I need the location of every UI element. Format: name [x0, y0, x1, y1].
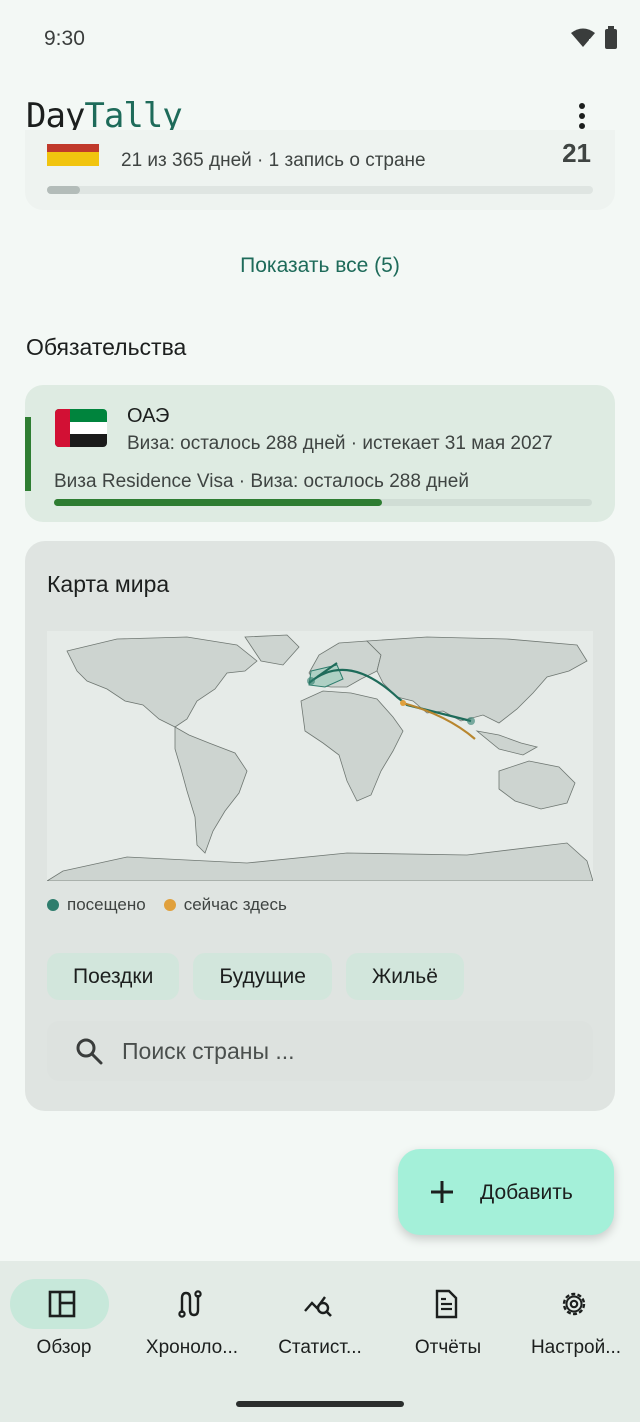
- commitment-card[interactable]: ОАЭ Виза: осталось 288 дней · истекает 3…: [25, 385, 615, 522]
- legend-current-label: сейчас здесь: [183, 895, 287, 914]
- chip-trips[interactable]: Поездки: [47, 953, 180, 1000]
- nav-label-settings: Настрой...: [530, 1337, 622, 1358]
- nav-item-reports[interactable]: Отчёты: [384, 1261, 512, 1371]
- legend-visited: посещено: [47, 895, 146, 915]
- commitment-progress-track: [54, 499, 592, 506]
- status-time: 9:30: [44, 27, 85, 50]
- legend-dot-current: [163, 899, 176, 911]
- search-placeholder: Поиск страны ...: [122, 1038, 295, 1064]
- timeline-icon: [178, 1290, 202, 1318]
- status-icons: [570, 26, 618, 50]
- wifi-icon: [571, 28, 595, 49]
- flag-icon: [47, 144, 99, 166]
- status-bar: 9:30: [0, 0, 640, 80]
- commitment-accent: [25, 417, 31, 491]
- country-progress-fill: [47, 186, 80, 194]
- nav-label-reports: Отчёты: [414, 1337, 482, 1358]
- settings-icon: [562, 1292, 586, 1316]
- commitment-detail: Виза Residence Visa · Виза: осталось 288…: [54, 471, 469, 492]
- battery-icon: [605, 26, 617, 49]
- nav-item-settings[interactable]: Настрой...: [512, 1261, 640, 1371]
- country-search-input[interactable]: Поиск страны ...: [47, 1021, 593, 1081]
- search-icon: [76, 1038, 103, 1065]
- world-map-card: Карта мира посещено сейчас здесь Поездки…: [25, 541, 615, 1111]
- stats-icon: [304, 1296, 332, 1317]
- more-vert-icon[interactable]: [570, 100, 594, 132]
- map-legend: посещено сейчас здесь: [47, 895, 287, 915]
- chip-housing[interactable]: Жильё: [345, 953, 464, 1000]
- uae-flag-icon: [55, 409, 107, 447]
- chip-future[interactable]: Будущие: [193, 953, 332, 1000]
- dashboard-icon: [48, 1290, 76, 1318]
- show-all-button[interactable]: Показать все (5): [0, 254, 640, 278]
- nav-label-overview: Обзор: [36, 1337, 92, 1358]
- bottom-navigation: Обзор Хроноло... Статист... Отчёты Настр…: [0, 1261, 640, 1422]
- commitment-progress-fill: [54, 499, 383, 506]
- nav-item-overview[interactable]: Обзор: [0, 1261, 128, 1371]
- nav-label-timeline: Хроноло...: [145, 1337, 239, 1358]
- report-icon: [435, 1289, 458, 1319]
- country-card-subtitle: 21 из 365 дней · 1 запись о стране: [121, 150, 426, 171]
- nav-item-timeline[interactable]: Хроноло...: [128, 1261, 256, 1371]
- country-progress-track: [47, 186, 593, 194]
- nav-label-stats: Статист...: [278, 1337, 362, 1358]
- home-indicator[interactable]: [236, 1401, 404, 1407]
- commitment-subtitle: Виза: осталось 288 дней · истекает 31 ма…: [127, 433, 553, 454]
- nav-item-stats[interactable]: Статист...: [256, 1261, 384, 1371]
- country-card-count: 21: [562, 138, 591, 168]
- map-title: Карта мира: [47, 571, 170, 597]
- section-title-commitments: Обязательства: [26, 334, 187, 360]
- plus-icon: [431, 1181, 453, 1203]
- legend-dot-visited: [47, 899, 59, 911]
- world-map[interactable]: [47, 631, 593, 881]
- legend-visited-label: посещено: [67, 895, 146, 914]
- legend-current: сейчас здесь: [163, 895, 287, 915]
- add-button-label: Добавить: [480, 1181, 573, 1204]
- map-filter-chips: Поездки Будущие Жильё: [47, 953, 464, 1000]
- add-button[interactable]: Добавить: [398, 1149, 614, 1235]
- commitment-country: ОАЭ: [127, 405, 170, 427]
- country-card-partial[interactable]: 21 из 365 дней · 1 запись о стране 21: [25, 130, 615, 210]
